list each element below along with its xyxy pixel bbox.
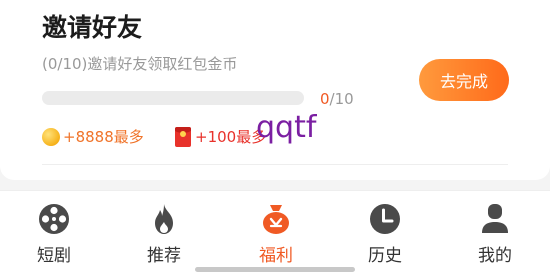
progress-current: 0 <box>320 90 330 108</box>
task-progress-text: 0/10 <box>320 90 354 108</box>
tab-label: 福利 <box>259 246 293 266</box>
tab-label: 短剧 <box>37 246 71 266</box>
red-packet-reward: +100最多 <box>175 126 266 147</box>
task-subtitle: (0/10)邀请好友领取红包金币 <box>42 55 238 73</box>
task-title: 邀请好友 <box>42 13 143 42</box>
tab-short-drama[interactable]: 短剧 <box>14 201 94 266</box>
person-icon <box>477 201 513 237</box>
tab-label: 历史 <box>368 246 402 266</box>
tab-label: 推荐 <box>147 246 181 266</box>
tab-welfare[interactable]: 福利 <box>236 201 316 266</box>
home-indicator[interactable] <box>195 267 355 272</box>
coin-reward: +8888最多 <box>42 126 144 147</box>
bottom-tab-bar: 短剧 推荐 福利 历史 我的 <box>0 190 550 275</box>
invite-friends-task-card: 邀请好友 (0/10)邀请好友领取红包金币 0/10 去完成 +8888最多 +… <box>0 0 550 180</box>
clock-icon <box>367 201 403 237</box>
go-complete-button[interactable]: 去完成 <box>419 59 509 101</box>
tab-history[interactable]: 历史 <box>345 201 425 266</box>
gift-bag-icon <box>258 201 294 237</box>
gold-coin-icon <box>42 127 60 146</box>
progress-total: /10 <box>329 90 354 108</box>
coin-reward-label: +8888最多 <box>63 128 144 146</box>
tab-mine[interactable]: 我的 <box>455 201 535 266</box>
overlay-text: qqtf <box>256 110 317 145</box>
tab-label: 我的 <box>478 246 512 266</box>
divider <box>42 164 508 165</box>
red-packet-icon <box>175 126 191 147</box>
task-progress-bar <box>42 91 304 105</box>
flame-icon <box>146 201 182 237</box>
tab-recommend[interactable]: 推荐 <box>124 201 204 266</box>
film-reel-icon <box>36 201 72 237</box>
